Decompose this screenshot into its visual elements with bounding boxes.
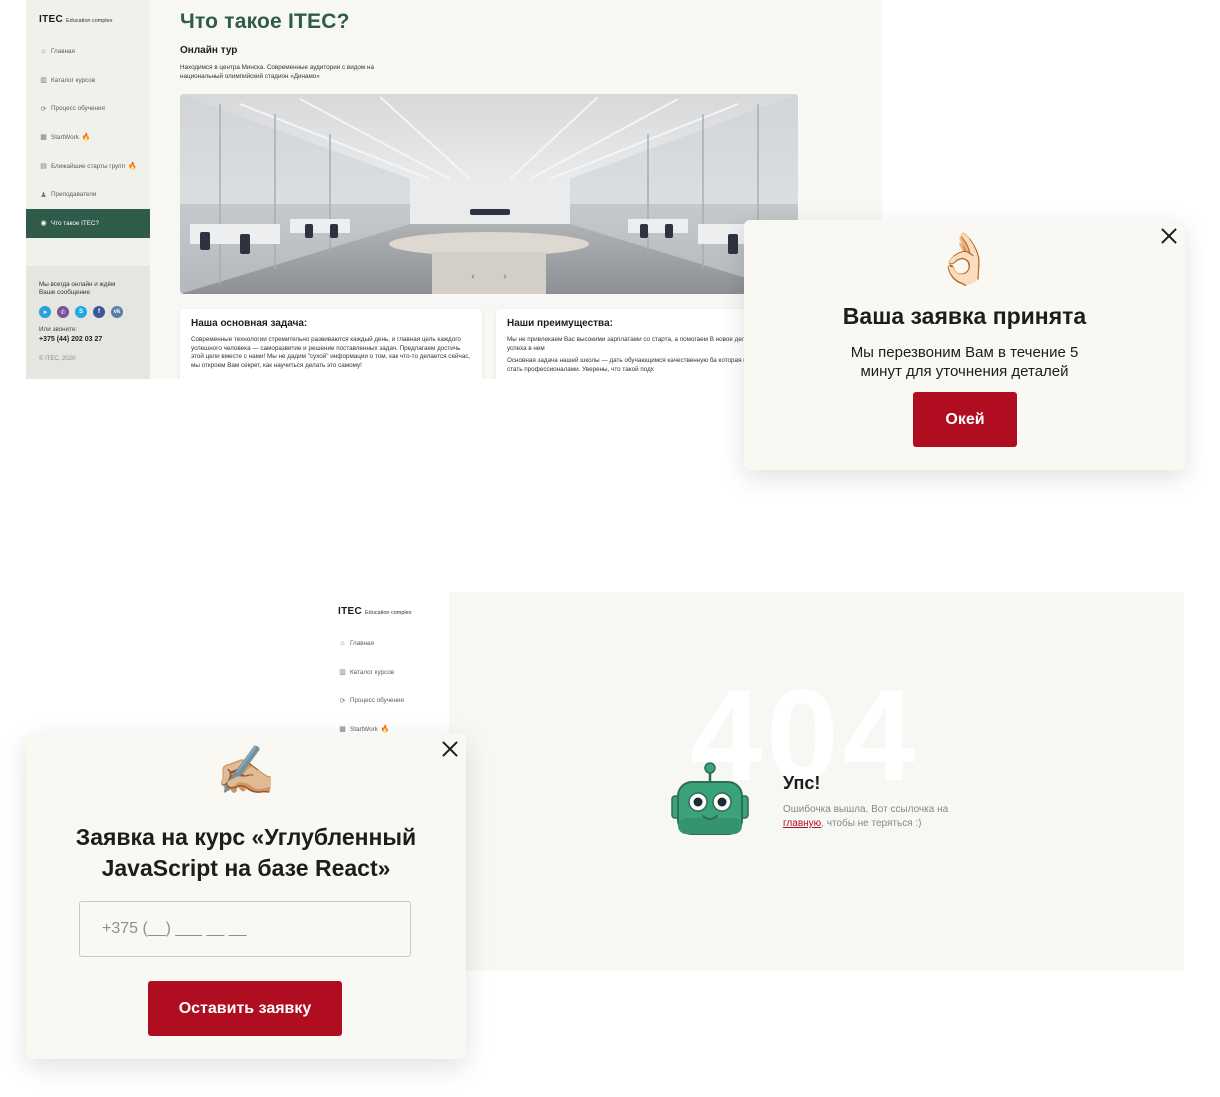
skype-icon[interactable]: S [75, 306, 87, 318]
card-title: Наша основная задача: [191, 318, 308, 329]
sidebar-item-label: Каталог курсов [51, 76, 96, 84]
home-link[interactable]: главную [783, 818, 821, 829]
logo[interactable]: ITEC Education complex [39, 9, 112, 27]
course-request-modal: ✍🏼 Заявка на курс «Углубленный JavaScrip… [26, 733, 466, 1059]
logo[interactable]: ITEC Education complex [338, 601, 411, 619]
home-icon: ⌂ [340, 639, 345, 647]
writing-hand-icon: ✍🏼 [216, 745, 276, 798]
tour-title: Онлайн тур [180, 45, 238, 56]
sidebar-item-label: Процесс обучения [51, 105, 105, 113]
contact-block: Мы всегда онлайн и ждём Ваше сообщение ➤… [26, 266, 150, 379]
card-text: Современные технологии стремительно разв… [191, 336, 471, 369]
sidebar-item-label: Процесс обучения [350, 697, 404, 705]
viber-icon[interactable]: ✆ [57, 306, 69, 318]
tour-description: Находимся в центра Минска. Современные а… [180, 64, 374, 80]
phone-input[interactable] [79, 901, 411, 957]
sidebar-item-label: Преподаватели [51, 191, 97, 199]
sidebar-item-1[interactable]: ⌂ Главная [325, 629, 449, 658]
slider-arrows: ‹ › [467, 270, 511, 282]
sidebar-item-1[interactable]: ⌂ Главная [26, 37, 150, 66]
sidebar-item-label: StartWork [51, 133, 79, 141]
error-text-before: Ошибочка вышла. Вот ссылочка на [783, 804, 949, 815]
error-text: Ошибочка вышла. Вот ссылочка на главную,… [783, 803, 983, 831]
sidebar-item-label: Ближайшие старты групп [51, 162, 125, 170]
sidebar-item-3[interactable]: ⟳ Процесс обучения [325, 686, 449, 715]
social-links: ➤ ✆ Sf vk [39, 306, 137, 318]
contact-text: Мы всегда онлайн и ждём Ваше сообщение [39, 281, 116, 296]
submit-request-button[interactable]: Оставить заявку [148, 981, 342, 1036]
modal-text: Мы перезвоним Вам в течение 5 минут для … [744, 343, 1185, 381]
logo-text: ITEC [39, 14, 63, 25]
briefcase-icon: ▦ [339, 726, 346, 734]
info-icon: ◉ [40, 220, 47, 228]
sidebar: ITEC Education complex ⌂ Главная ▥ Каталог к… [26, 0, 150, 379]
telegram-icon[interactable]: ➤ [39, 306, 51, 318]
calendar-icon: ▤ [40, 163, 47, 171]
next-arrow-icon[interactable]: › [499, 270, 511, 282]
sidebar-item-7[interactable]: ◉ Что такое ITEC? [26, 209, 150, 238]
sidebar-item-4[interactable]: ▦ StartWork 🔥 [26, 123, 150, 152]
sidebar-item-6[interactable]: ♟ Преподаватели [26, 180, 150, 209]
sidebar-item-label: Что такое ITEC? [51, 219, 100, 227]
sidebar-item-2[interactable]: ▥ Каталог курсов [325, 658, 449, 687]
sidebar-item-2[interactable]: ▥ Каталог курсов [26, 66, 150, 95]
sidebar-item-label: Каталог курсов [350, 668, 395, 676]
book-icon: ▥ [339, 669, 346, 677]
fire-icon: 🔥 [128, 163, 137, 171]
sidebar-item-3[interactable]: ⟳ Процесс обучения [26, 94, 150, 123]
briefcase-icon: ▦ [40, 134, 47, 142]
modal-title: Заявка на курс «Углубленный JavaScript н… [75, 824, 417, 881]
logo-subtitle: Education complex [364, 610, 412, 616]
ok-button[interactable]: Окей [913, 392, 1017, 447]
sidebar-item-label: StartWork [350, 725, 378, 733]
cycle-icon: ⟳ [40, 105, 47, 113]
modal-title: Ваша заявка принята [842, 303, 1087, 329]
teachers-icon: ♟ [40, 191, 47, 199]
logo-subtitle: Education complex [65, 18, 113, 24]
sidebar-item-label: Главная [350, 639, 374, 647]
vk-icon[interactable]: vk [111, 306, 123, 318]
call-label: Или звоните: [39, 326, 78, 333]
card-main-task: Наша основная задача: Современные технол… [180, 309, 482, 379]
error-title: Упс! [783, 773, 821, 793]
robot-icon [670, 762, 750, 842]
logo-text: ITEC [338, 606, 362, 617]
fire-icon: 🔥 [81, 134, 91, 142]
cycle-icon: ⟳ [339, 697, 346, 705]
facebook-icon[interactable]: f [93, 306, 105, 318]
error-text-after: , чтобы не теряться :) [821, 818, 922, 829]
copyright: © ITEC, 2020 [39, 356, 76, 362]
prev-arrow-icon[interactable]: ‹ [467, 270, 479, 282]
sidebar-item-5[interactable]: ▤ Ближайшие старты групп 🔥 [26, 152, 150, 181]
modal-text-content: Мы перезвоним Вам в течение 5 минут для … [850, 344, 1079, 380]
ok-hand-icon: 👌🏻 [933, 231, 996, 287]
sidebar-nav: ⌂ Главная ▥ Каталог курсов ⟳ Процесс обучения… [26, 37, 150, 238]
office-photo: ‹ › [180, 94, 798, 294]
success-modal: 👌🏻 Ваша заявка принята Мы перезвоним Вам… [744, 220, 1185, 470]
page-title: Что такое ITEC? [180, 10, 350, 33]
sidebar-item-label: Главная [51, 47, 75, 55]
book-icon: ▥ [40, 77, 47, 85]
home-icon: ⌂ [41, 47, 46, 55]
phone-number[interactable]: +375 (44) 202 03 27 [39, 336, 137, 343]
sidebar-nav: ⌂ Главная ▥ Каталог курсов ⟳ Процесс обучения… [325, 629, 449, 744]
